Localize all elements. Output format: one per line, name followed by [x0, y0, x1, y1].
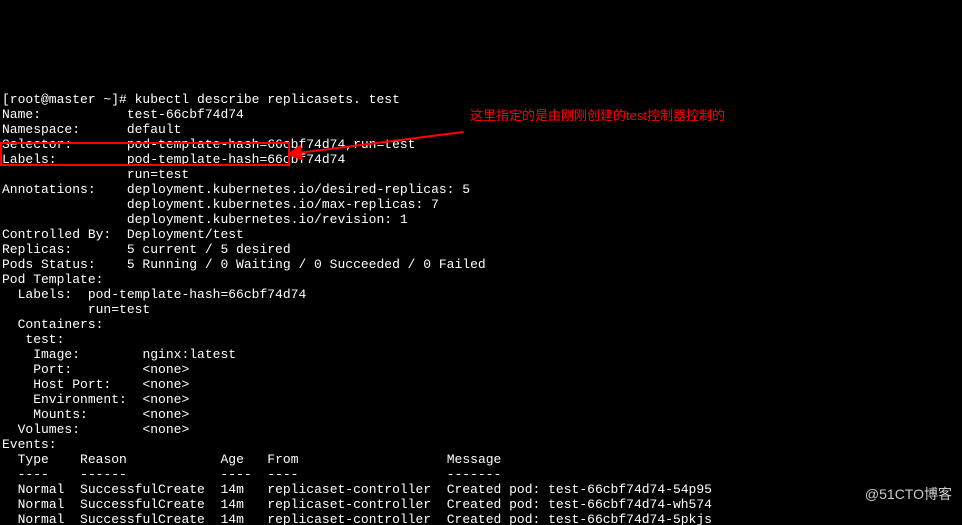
val-annot2: deployment.kubernetes.io/max-replicas: 7	[127, 197, 439, 212]
watermark: @51CTO博客	[865, 487, 952, 502]
val-annot1: deployment.kubernetes.io/desired-replica…	[127, 182, 470, 197]
tpl-container-name: test	[25, 332, 56, 347]
tpl-volumes: <none>	[142, 422, 189, 437]
val-selector: pod-template-hash=66cbf74d74,run=test	[127, 137, 416, 152]
tpl-labels-run: run=test	[88, 302, 150, 317]
tpl-port: <none>	[142, 362, 189, 377]
tpl-mounts: <none>	[142, 407, 189, 422]
shell-prompt: [root@master ~]#	[2, 92, 135, 107]
val-replicas: 5 current / 5 desired	[127, 242, 291, 257]
event-row: Normal SuccessfulCreate 14m replicaset-c…	[18, 512, 712, 525]
tpl-image: nginx:latest	[142, 347, 236, 362]
val-labels2: run=test	[127, 167, 189, 182]
events-header: Type Reason Age From Message	[18, 452, 502, 467]
val-namespace: default	[127, 122, 182, 137]
command: kubectl describe replicasets. test	[135, 92, 400, 107]
tpl-env: <none>	[142, 392, 189, 407]
val-controlled-by: Deployment/test	[127, 227, 244, 242]
terminal-output: [root@master ~]# kubectl describe replic…	[0, 75, 962, 525]
val-name: test-66cbf74d74	[127, 107, 244, 122]
tpl-labels-hash: pod-template-hash=66cbf74d74	[88, 287, 306, 302]
val-labels1: pod-template-hash=66cbf74d74	[127, 152, 345, 167]
annotation-text: 这里指定的是由刚刚创建的test控制器控制的	[470, 108, 725, 123]
event-row: Normal SuccessfulCreate 14m replicaset-c…	[18, 482, 712, 497]
val-annot3: deployment.kubernetes.io/revision: 1	[127, 212, 408, 227]
tpl-hostport: <none>	[142, 377, 189, 392]
val-pods-status: 5 Running / 0 Waiting / 0 Succeeded / 0 …	[127, 257, 486, 272]
